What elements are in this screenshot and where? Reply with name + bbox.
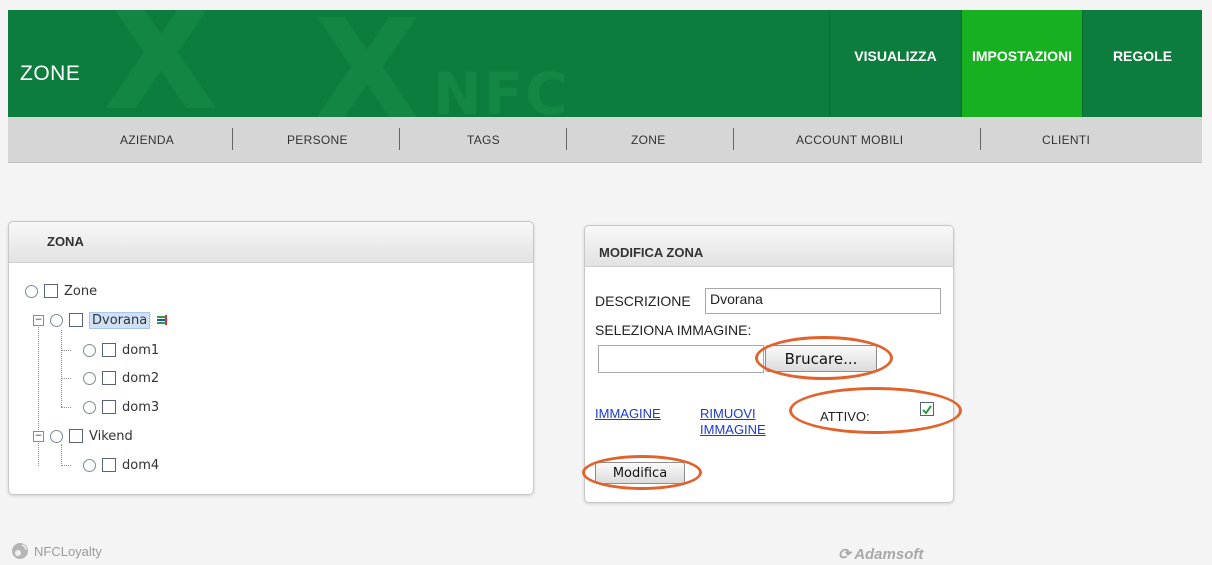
rimuovi-immagine-link[interactable]: IMMAGINE — [700, 422, 766, 437]
radio-button[interactable] — [83, 400, 96, 414]
immagine-link[interactable]: IMMAGINE — [595, 406, 661, 421]
footer-brand-left: NFCLoyalty — [10, 541, 102, 561]
zona-panel: ZONA Zone − Dvorana dom1 dom2 dom3 − Vik… — [8, 221, 534, 495]
radio-button[interactable] — [83, 343, 96, 357]
tree-label[interactable]: dom1 — [122, 343, 159, 358]
subnav-divider — [733, 128, 734, 150]
tree-connector — [61, 330, 62, 407]
zona-panel-title: ZONA — [9, 222, 533, 263]
modifica-zona-panel: MODIFICA ZONA DESCRIZIONE Dvorana SELEZI… — [584, 225, 954, 503]
tree-leaf-dom3: dom3 — [83, 396, 159, 418]
subnav-divider — [980, 128, 981, 150]
collapse-icon[interactable]: − — [33, 430, 44, 442]
tree-connector — [61, 378, 71, 379]
tree-connector — [61, 407, 71, 408]
tree-connector — [61, 444, 62, 466]
modifica-button[interactable]: Modifica — [595, 462, 685, 484]
tree-connector — [61, 465, 71, 466]
radio-button[interactable] — [50, 429, 63, 443]
sub-nav: AZIENDA PERSONE TAGS ZONE ACCOUNT MOBILI… — [8, 117, 1202, 163]
subnav-tags[interactable]: TAGS — [467, 133, 500, 147]
browse-button[interactable]: Brucare... — [765, 345, 877, 372]
tree-label[interactable]: Vikend — [89, 429, 133, 444]
nav-impostazioni[interactable]: IMPOSTAZIONI — [961, 10, 1082, 117]
subnav-zone[interactable]: ZONE — [631, 133, 666, 147]
watermark-nfc: NFC — [433, 60, 570, 117]
footer-brand-text: Adamsoft — [854, 546, 924, 563]
tree-leaf-dom1: dom1 — [83, 339, 159, 361]
descrizione-label: DESCRIZIONE — [595, 293, 691, 309]
checkbox[interactable] — [69, 429, 83, 443]
nfc-logo-icon — [10, 541, 30, 561]
subnav-azienda[interactable]: AZIENDA — [120, 133, 174, 147]
top-nav: VISUALIZZA IMPOSTAZIONI REGOLE — [829, 10, 1202, 117]
adamsoft-logo-icon: ⟳ — [838, 546, 855, 563]
radio-button[interactable] — [83, 458, 96, 472]
attivo-checkbox[interactable] — [920, 402, 934, 416]
tree-leaf-dom2: dom2 — [83, 367, 159, 389]
watermark-x-decoration: X — [103, 10, 219, 117]
tree-node-dvorana: − Dvorana — [33, 309, 168, 331]
subnav-persone[interactable]: PERSONE — [287, 133, 348, 147]
checkbox[interactable] — [102, 371, 116, 385]
check-icon — [922, 405, 932, 415]
watermark-x-decoration: X — [313, 10, 421, 117]
tree-node-vikend: − Vikend — [33, 425, 133, 447]
attivo-label: ATTIVO: — [820, 409, 870, 424]
tree-connector — [61, 350, 71, 351]
radio-button[interactable] — [83, 371, 96, 385]
rimuovi-immagine-link[interactable]: RIMUOVI — [700, 406, 756, 421]
footer-brand-right: ⟳ Adamsoft — [838, 545, 923, 563]
nav-regole[interactable]: REGOLE — [1082, 10, 1202, 117]
modifica-panel-title: MODIFICA ZONA — [585, 226, 953, 267]
tree-connector — [38, 320, 39, 432]
tree-label[interactable]: Zone — [64, 284, 97, 299]
subnav-account-mobili[interactable]: ACCOUNT MOBILI — [796, 133, 903, 147]
nav-visualizza[interactable]: VISUALIZZA — [829, 10, 961, 117]
descrizione-input[interactable]: Dvorana — [705, 288, 941, 314]
subnav-divider — [232, 128, 233, 150]
subnav-divider — [566, 128, 567, 150]
footer-brand-text: NFCLoyalty — [34, 543, 102, 559]
subnav-clienti[interactable]: CLIENTI — [1042, 133, 1090, 147]
subnav-divider — [399, 128, 400, 150]
tree-label[interactable]: dom2 — [122, 371, 159, 386]
tree-leaf-dom4: dom4 — [83, 454, 159, 476]
checkbox[interactable] — [69, 313, 83, 327]
checkbox[interactable] — [102, 458, 116, 472]
checkbox[interactable] — [44, 284, 58, 298]
page-title: ZONE — [20, 62, 81, 85]
radio-button[interactable] — [50, 313, 63, 327]
edit-icon[interactable] — [156, 314, 168, 326]
file-path-input[interactable] — [598, 345, 764, 373]
tree-root: Zone — [25, 280, 97, 302]
checkbox[interactable] — [102, 343, 116, 357]
collapse-icon[interactable]: − — [33, 314, 44, 326]
checkbox[interactable] — [102, 400, 116, 414]
app-header: X X NFC ZONE VISUALIZZA IMPOSTAZIONI REG… — [8, 10, 1202, 117]
seleziona-immagine-label: SELEZIONA IMMAGINE: — [595, 322, 752, 338]
tree-label[interactable]: dom3 — [122, 400, 159, 415]
tree-label[interactable]: Dvorana — [89, 311, 151, 329]
tree-label[interactable]: dom4 — [122, 458, 159, 473]
radio-button[interactable] — [25, 284, 38, 298]
